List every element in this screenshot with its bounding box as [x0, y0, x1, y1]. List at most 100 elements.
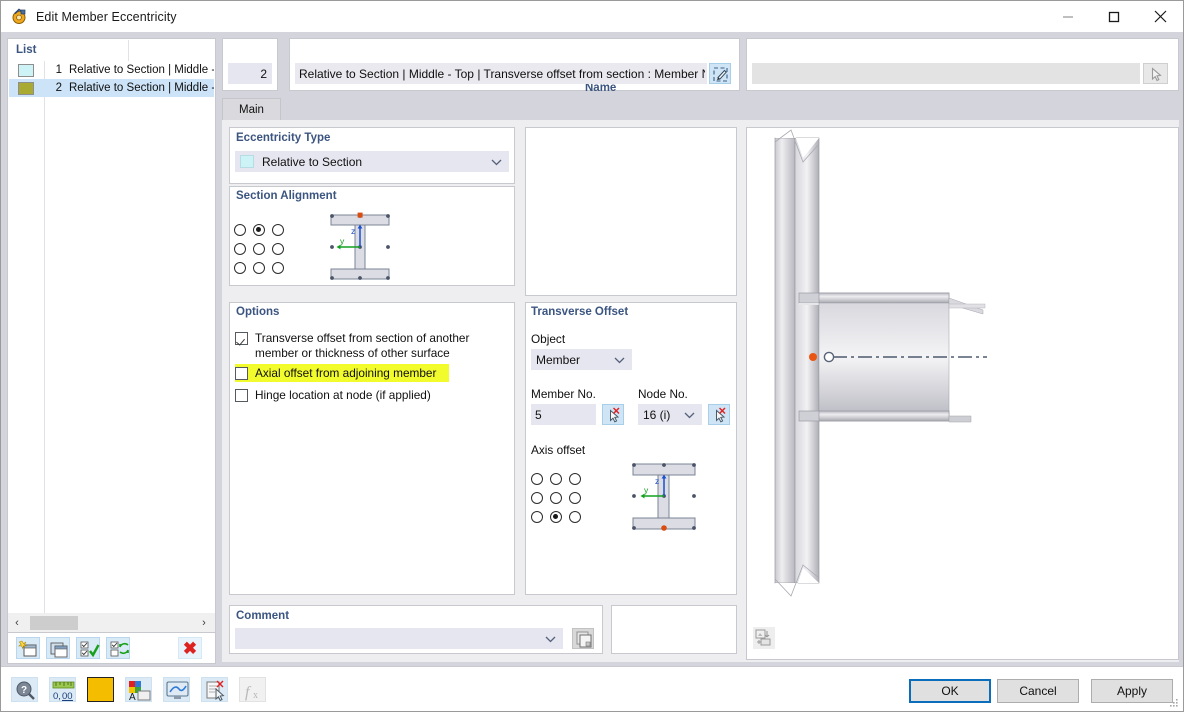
- section-alignment-radio-middle-right[interactable]: [272, 242, 284, 255]
- copy-entry-button[interactable]: [46, 637, 70, 659]
- section-alignment-radio-top-center[interactable]: [253, 223, 265, 236]
- delete-entry-button[interactable]: ✖: [178, 637, 202, 659]
- name-input[interactable]: [295, 63, 707, 84]
- list-item-color-swatch: [18, 63, 34, 77]
- ok-button[interactable]: OK: [909, 679, 991, 703]
- comment-select[interactable]: [235, 628, 563, 649]
- units-button[interactable]: 0, 00: [49, 677, 76, 702]
- invert-selection-button[interactable]: [106, 637, 130, 659]
- axis-offset-radio-top-center[interactable]: [550, 472, 562, 485]
- connection-preview-graphic: [774, 128, 987, 603]
- scroll-left-arrow-icon[interactable]: ‹: [8, 614, 26, 632]
- section-alignment-radio-top-right[interactable]: [272, 223, 284, 236]
- axis-offset-radio-middle-center[interactable]: [550, 491, 562, 504]
- copy-comment-icon[interactable]: [572, 628, 594, 649]
- new-entry-button[interactable]: [16, 637, 40, 659]
- checkbox-icon[interactable]: [235, 332, 248, 345]
- member-pick-cursor-icon[interactable]: [602, 404, 624, 425]
- assigned-members-input[interactable]: [752, 63, 1140, 84]
- entry-list-rows: 1 Relative to Section | Middle - To 2 Re…: [9, 61, 214, 97]
- svg-text:f: f: [245, 684, 252, 701]
- svg-text:A: A: [129, 692, 136, 703]
- section-alignment-radio-bottom-right[interactable]: [272, 261, 284, 274]
- info-button[interactable]: ?: [11, 677, 38, 702]
- node-no-select[interactable]: 16 (i): [638, 404, 702, 425]
- list-horizontal-scrollbar[interactable]: ‹ ›: [7, 613, 216, 633]
- section-alignment-radio-bottom-center[interactable]: [253, 261, 265, 274]
- axis-offset-radio-middle-right[interactable]: [569, 491, 581, 504]
- entry-list-panel: List 1 Relative to Section | Middle - To…: [7, 38, 216, 624]
- tab-main[interactable]: Main: [222, 98, 281, 120]
- close-button[interactable]: [1137, 1, 1183, 32]
- eccentricity-app-icon: [11, 8, 28, 25]
- checkbox-icon[interactable]: [235, 389, 248, 402]
- section-alignment-radio-top-left[interactable]: [234, 223, 246, 236]
- axis-offset-radio-middle-left[interactable]: [531, 491, 543, 504]
- node-pick-cursor-icon[interactable]: [708, 404, 730, 425]
- axis-offset-radio-bottom-left[interactable]: [531, 510, 543, 523]
- axis-offset-radio-top-left[interactable]: [531, 472, 543, 485]
- display-properties-button[interactable]: A: [125, 677, 152, 703]
- list-item[interactable]: 2 Relative to Section | Middle - To: [9, 79, 214, 97]
- options-label: Options: [236, 306, 280, 318]
- section-alignment-radio-middle-left[interactable]: [234, 242, 246, 255]
- svg-text:y: y: [644, 485, 649, 495]
- axis-offset-radio-bottom-right[interactable]: [569, 510, 581, 523]
- cancel-button[interactable]: Cancel: [997, 679, 1079, 703]
- render-settings-icon[interactable]: [753, 627, 775, 649]
- option-transverse-offset-label: Transverse offset from section of anothe…: [255, 331, 470, 360]
- node-no-label: Node No.: [638, 387, 688, 401]
- list-item[interactable]: 1 Relative to Section | Middle - To: [9, 61, 214, 79]
- resize-grip[interactable]: [1169, 698, 1179, 708]
- option-hinge-location[interactable]: Hinge location at node (if applied): [235, 388, 431, 402]
- eccentricity-type-value: Relative to Section: [262, 154, 363, 169]
- minimize-button[interactable]: [1045, 1, 1091, 32]
- i-beam-section-diagram: z y: [323, 207, 397, 287]
- option-axial-offset-label: Axial offset from adjoining member: [255, 366, 437, 380]
- edit-pencil-icon[interactable]: [709, 63, 731, 84]
- checkbox-icon[interactable]: [235, 367, 248, 380]
- section-alignment-radio-bottom-left[interactable]: [234, 261, 246, 274]
- axis-offset-radio-top-right[interactable]: [569, 472, 581, 485]
- tab-strip: Main: [222, 98, 1179, 120]
- section-alignment-radio-middle-center[interactable]: [253, 242, 265, 255]
- transverse-offset-label: Transverse Offset: [531, 306, 629, 318]
- member-start-node-marker: [823, 351, 835, 363]
- select-all-button[interactable]: [76, 637, 100, 659]
- scroll-right-arrow-icon[interactable]: ›: [195, 614, 213, 632]
- section-alignment-label: Section Alignment: [236, 190, 337, 202]
- object-value: Member: [536, 352, 581, 367]
- apply-button[interactable]: Apply: [1091, 679, 1173, 703]
- pick-cursor-icon[interactable]: [1143, 63, 1168, 84]
- svg-text:z: z: [655, 476, 659, 486]
- column-graphic: [774, 128, 820, 603]
- member-no-input[interactable]: [531, 404, 596, 425]
- scrollbar-thumb[interactable]: [30, 615, 78, 630]
- list-header-divider: [128, 40, 129, 61]
- option-axial-offset[interactable]: Axial offset from adjoining member: [235, 364, 449, 382]
- axis-offset-radio-bottom-center[interactable]: [550, 510, 562, 523]
- list-column-divider: [44, 61, 45, 624]
- maximize-button[interactable]: [1091, 1, 1137, 32]
- member-no-label: Member No.: [531, 387, 596, 401]
- node-no-value: 16 (i): [643, 407, 671, 422]
- color-button[interactable]: [87, 677, 114, 702]
- axis-offset-label: Axis offset: [531, 443, 586, 457]
- section-alignment-radio-grid: [234, 220, 291, 277]
- number-input[interactable]: [228, 63, 272, 84]
- svg-text:0,: 0,: [53, 691, 61, 702]
- list-item-number: 2: [55, 82, 62, 94]
- list-item-number: 1: [55, 64, 62, 76]
- svg-text:?: ?: [21, 685, 27, 696]
- snap-button[interactable]: [201, 677, 228, 702]
- formula-button[interactable]: f x: [239, 677, 266, 702]
- list-item-label: Relative to Section | Middle - To: [69, 82, 214, 94]
- object-select[interactable]: Member: [531, 349, 632, 370]
- list-item-color-swatch: [18, 81, 34, 95]
- svg-text:y: y: [340, 236, 345, 246]
- graphic-view-button[interactable]: [163, 677, 190, 702]
- connection-preview[interactable]: [746, 127, 1179, 660]
- eccentricity-type-label: Eccentricity Type: [236, 132, 331, 144]
- option-transverse-offset[interactable]: Transverse offset from section of anothe…: [235, 331, 513, 361]
- eccentricity-type-select[interactable]: Relative to Section: [235, 151, 509, 172]
